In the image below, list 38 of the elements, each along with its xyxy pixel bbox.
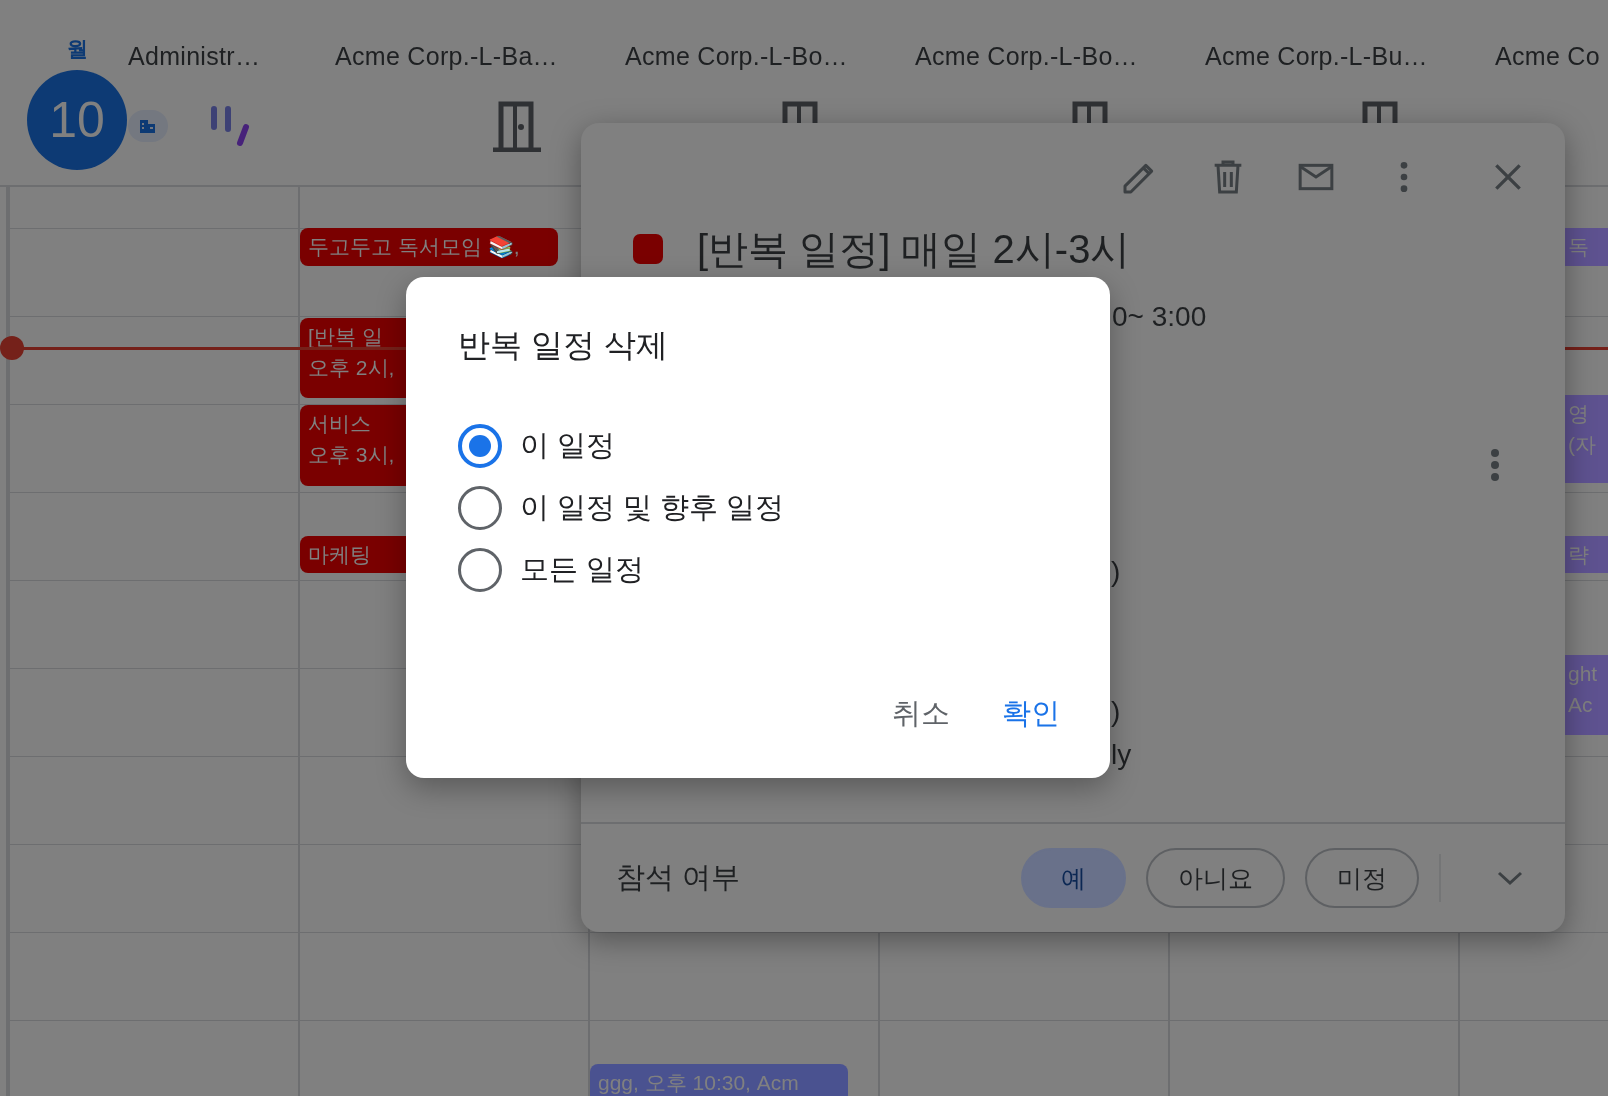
rsvp-button[interactable]: 미정 [1305, 848, 1419, 908]
radio-option[interactable]: 모든 일정 [458, 548, 1074, 592]
event-text: 오후 3시, [308, 442, 395, 468]
rsvp-button[interactable]: 예 [1021, 848, 1126, 908]
more-icon[interactable] [1489, 448, 1501, 482]
rsvp-button[interactable]: 아니요 [1146, 848, 1285, 908]
door-icon [491, 100, 543, 152]
event-text: 오후 2시, [308, 355, 395, 381]
resource-name: Acme Corp.-L-Bu… [1205, 41, 1429, 72]
event-time: 0~ 3:00 [1112, 301, 1207, 333]
weekday-label: 월 [66, 36, 88, 62]
attendance-label: 참석 여부 [616, 860, 741, 895]
confirm-button[interactable]: 확인 [988, 684, 1074, 744]
day-number[interactable]: 10 [27, 70, 127, 170]
resource-name: Acme Corp.-L-Ba… [335, 41, 559, 72]
radio-option[interactable]: 이 일정 [458, 424, 1074, 468]
event-title: [반복 일정] 매일 2시-3시 [697, 226, 1131, 273]
event-text: 서비스 [308, 411, 371, 437]
cancel-button[interactable]: 취소 [878, 684, 964, 744]
event-text: 마케팅 [308, 542, 371, 568]
resource-name: Acme Corp.-L-Bo… [915, 41, 1139, 72]
chevron-down-icon[interactable] [1497, 870, 1523, 886]
radio-icon[interactable] [458, 486, 502, 530]
event-color-square [633, 234, 663, 264]
detail-text: ) [1111, 695, 1121, 729]
dialog-title: 반복 일정 삭제 [458, 326, 669, 365]
event-text: [반복 일 [308, 324, 383, 350]
radio-icon[interactable] [458, 424, 502, 468]
resource-name: Acme Corp.-L-Bo… [625, 41, 849, 72]
building-icon[interactable] [128, 110, 168, 142]
event-chip[interactable]: 두고두고 독서모임 📚, [300, 228, 558, 266]
resource-name: Administr… [128, 41, 262, 72]
detail-text: ) [1111, 555, 1121, 589]
radio-option[interactable]: 이 일정 및 향후 일정 [458, 486, 1074, 530]
resource-name: Acme Co [1495, 41, 1601, 72]
event-text: 두고두고 독서모임 📚, [308, 234, 520, 260]
radio-icon[interactable] [458, 548, 502, 592]
detail-text: ly [1111, 738, 1132, 772]
